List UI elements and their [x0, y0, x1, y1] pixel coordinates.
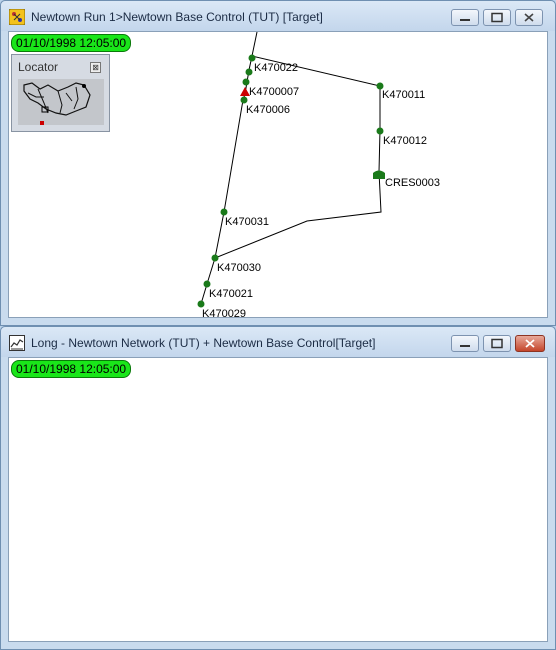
minimize-icon [460, 19, 470, 21]
minimize-icon [460, 345, 470, 347]
network-app-icon [9, 9, 25, 25]
label-k470011: K470011 [382, 89, 425, 101]
close-icon [525, 339, 535, 348]
label-k470021: K470021 [209, 288, 253, 300]
window-title: Newtown Run 1>Newtown Base Control (TUT)… [31, 10, 323, 24]
maximize-icon [491, 12, 503, 23]
overview-network [23, 82, 91, 116]
long-section-canvas[interactable]: 01/10/1998 12:05:00 [8, 357, 548, 642]
title-bar[interactable]: Newtown Run 1>Newtown Base Control (TUT)… [1, 1, 555, 31]
node-k470029[interactable] [197, 300, 205, 308]
label-cres0003: CRES0003 [385, 177, 440, 189]
node-k470031[interactable] [220, 208, 228, 216]
long-section-app-icon [9, 335, 25, 351]
timestamp-badge: 01/10/1998 12:05:00 [11, 34, 132, 52]
window-title: Long - Newtown Network (TUT) + Newtown B… [31, 336, 376, 350]
maximize-button[interactable] [483, 9, 511, 26]
label-k470012: K470012 [383, 135, 427, 147]
locator-panel[interactable]: Locator ⊠ [11, 54, 110, 132]
label-k470029: K470029 [202, 308, 246, 318]
node-upper[interactable] [245, 68, 253, 76]
label-k470006: K470006 [246, 104, 290, 116]
map-canvas[interactable]: K470022 K4700007 K470006 K470011 K470012… [8, 31, 548, 318]
locator-overview-map[interactable] [18, 79, 104, 125]
network-map-window: Newtown Run 1>Newtown Base Control (TUT)… [0, 0, 556, 326]
close-button[interactable] [515, 335, 545, 352]
close-button[interactable] [515, 9, 543, 26]
close-icon [524, 13, 534, 22]
node-k470030[interactable] [211, 254, 219, 262]
label-k470022: K470022 [254, 62, 298, 74]
node-cres0003[interactable] [373, 170, 385, 180]
node-upper-2[interactable] [242, 78, 250, 86]
label-k470031: K470031 [225, 216, 269, 228]
locator-close-button[interactable]: ⊠ [90, 62, 101, 73]
timestamp-badge: 01/10/1998 12:05:00 [11, 360, 132, 378]
node-k470012[interactable] [376, 127, 384, 135]
node-k470021[interactable] [203, 280, 211, 288]
minimize-button[interactable] [451, 9, 479, 26]
locator-marker [40, 121, 44, 125]
minimize-button[interactable] [451, 335, 479, 352]
node-k470022[interactable] [248, 54, 256, 62]
maximize-button[interactable] [483, 335, 511, 352]
label-k4700007: K4700007 [249, 86, 299, 98]
close-icon: ⊠ [92, 63, 99, 72]
maximize-icon [491, 338, 503, 349]
title-bar[interactable]: Long - Newtown Network (TUT) + Newtown B… [1, 327, 555, 357]
locator-title: Locator [18, 60, 59, 74]
long-section-window: Long - Newtown Network (TUT) + Newtown B… [0, 326, 556, 650]
node-k470006[interactable] [240, 96, 248, 104]
label-k470030: K470030 [217, 262, 261, 274]
